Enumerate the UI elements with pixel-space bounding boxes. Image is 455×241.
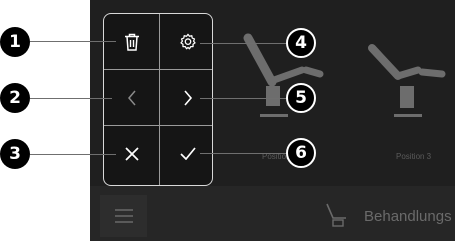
callout-badge-3: 3 bbox=[0, 139, 30, 169]
callout-line-5 bbox=[200, 98, 292, 99]
callout-badge-2: 2 bbox=[0, 83, 30, 113]
callout-line-4 bbox=[200, 43, 292, 44]
chevron-right-icon bbox=[183, 89, 192, 106]
previous-button[interactable] bbox=[104, 70, 159, 125]
close-icon bbox=[124, 146, 139, 161]
settings-button[interactable] bbox=[160, 14, 212, 69]
callout-line-3 bbox=[30, 154, 116, 155]
position-3-label: Position 3 bbox=[396, 152, 432, 161]
callout-line-6 bbox=[200, 153, 292, 154]
treatment-chair-icon bbox=[324, 202, 350, 233]
chair-position-3[interactable] bbox=[362, 40, 452, 125]
hamburger-menu-icon bbox=[114, 209, 133, 223]
chair-position-3-icon bbox=[368, 44, 446, 117]
callout-badge-5: 5 bbox=[286, 83, 316, 113]
bottom-bar-title: Behandlungs bbox=[364, 208, 452, 225]
callout-line-2 bbox=[30, 98, 112, 99]
position-action-popup bbox=[103, 13, 213, 186]
callout-badge-4: 4 bbox=[286, 28, 316, 58]
bottom-bar: Behandlungs bbox=[90, 186, 455, 241]
callout-badge-1: 1 bbox=[0, 27, 30, 57]
chevron-left-icon bbox=[127, 90, 136, 105]
gear-icon bbox=[179, 33, 196, 49]
menu-button[interactable] bbox=[100, 195, 147, 237]
trash-icon bbox=[124, 33, 139, 51]
check-icon bbox=[179, 147, 196, 160]
callout-line-1 bbox=[30, 41, 116, 42]
callout-badge-6: 6 bbox=[286, 138, 316, 168]
